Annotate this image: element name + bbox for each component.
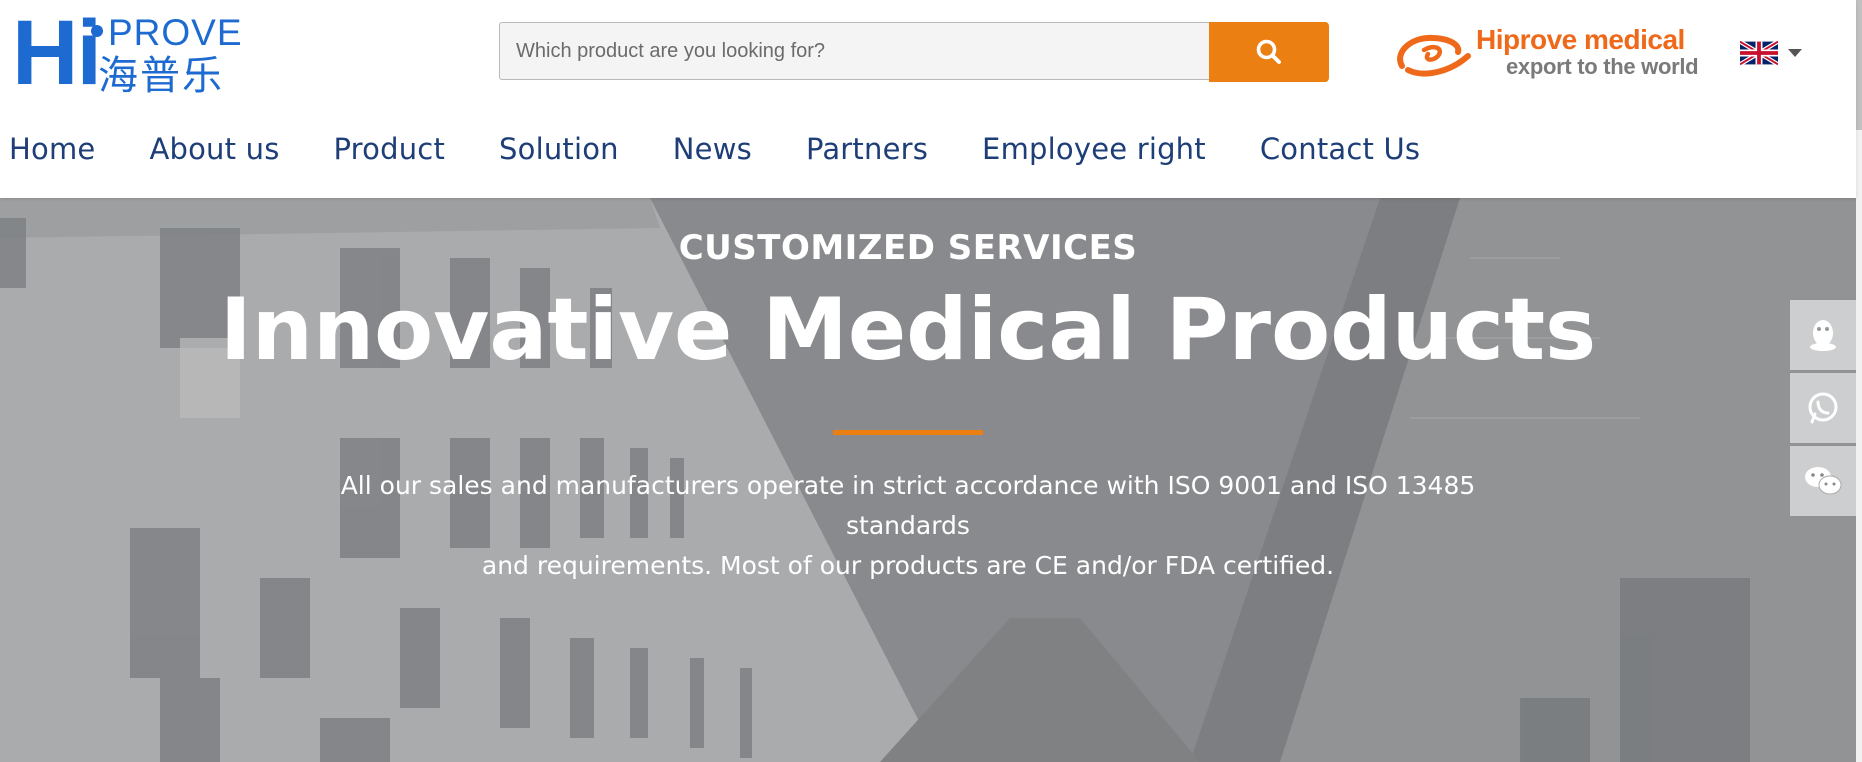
- nav-item-about-us[interactable]: About us: [149, 132, 279, 172]
- whatsapp-icon: [1808, 392, 1838, 424]
- search-icon: [1256, 39, 1281, 64]
- nav-item-employee-right[interactable]: Employee right: [982, 132, 1206, 172]
- hero-banner: CUSTOMIZED SERVICES Innovative Medical P…: [0, 198, 1856, 762]
- nav-item-contact-us[interactable]: Contact Us: [1260, 132, 1420, 172]
- hero-subtitle: CUSTOMIZED SERVICES: [678, 228, 1138, 268]
- logo-hi-text: Hi: [12, 2, 102, 104]
- qq-contact-button[interactable]: [1790, 300, 1856, 370]
- qq-penguin-icon: [1810, 320, 1836, 351]
- hero-description-line2: and requirements. Most of our products a…: [481, 551, 1335, 580]
- floating-contact-toolbar: [1790, 300, 1856, 519]
- hero-description-line1: All our sales and manufacturers operate …: [340, 471, 1476, 540]
- nav-item-partners[interactable]: Partners: [806, 132, 928, 172]
- wechat-contact-button[interactable]: [1790, 446, 1856, 516]
- main-nav: Home About us Product Solution News Part…: [0, 132, 1474, 172]
- hero-accent-divider: [833, 430, 983, 435]
- hero-title: Innovative Medical Products: [219, 280, 1597, 380]
- logo-dot: [91, 25, 103, 37]
- hiprove-logo[interactable]: Hi PROVE 海普乐: [12, 7, 243, 99]
- language-selector[interactable]: [1740, 38, 1810, 68]
- hero-description: All our sales and manufacturers operate …: [290, 466, 1526, 586]
- nav-item-news[interactable]: News: [673, 132, 752, 172]
- caret-down-icon: [1788, 49, 1802, 57]
- nav-item-home[interactable]: Home: [9, 132, 95, 172]
- wechat-icon: [1805, 467, 1842, 495]
- scrollbar-thumb[interactable]: [1856, 0, 1862, 130]
- alibaba-brand-tagline: export to the world: [1506, 54, 1699, 79]
- site-header: Hi PROVE 海普乐 Hiprove medical export to t…: [0, 0, 1856, 198]
- logo-prove-text: PROVE: [108, 12, 243, 53]
- alibaba-store-link[interactable]: Hiprove medical export to the world: [1394, 24, 1699, 84]
- logo-chinese-text: 海普乐: [98, 53, 224, 99]
- page-scrollbar[interactable]: [1856, 0, 1862, 762]
- nav-item-solution[interactable]: Solution: [499, 132, 619, 172]
- whatsapp-contact-button[interactable]: [1790, 373, 1856, 443]
- alibaba-brand-title: Hiprove medical: [1476, 24, 1685, 55]
- alibaba-logo-icon: [1397, 34, 1471, 77]
- search-button[interactable]: [1209, 22, 1329, 82]
- uk-flag-icon: [1740, 41, 1778, 65]
- search-bar: [499, 22, 1331, 82]
- nav-item-product[interactable]: Product: [334, 132, 446, 172]
- search-input[interactable]: [499, 22, 1209, 80]
